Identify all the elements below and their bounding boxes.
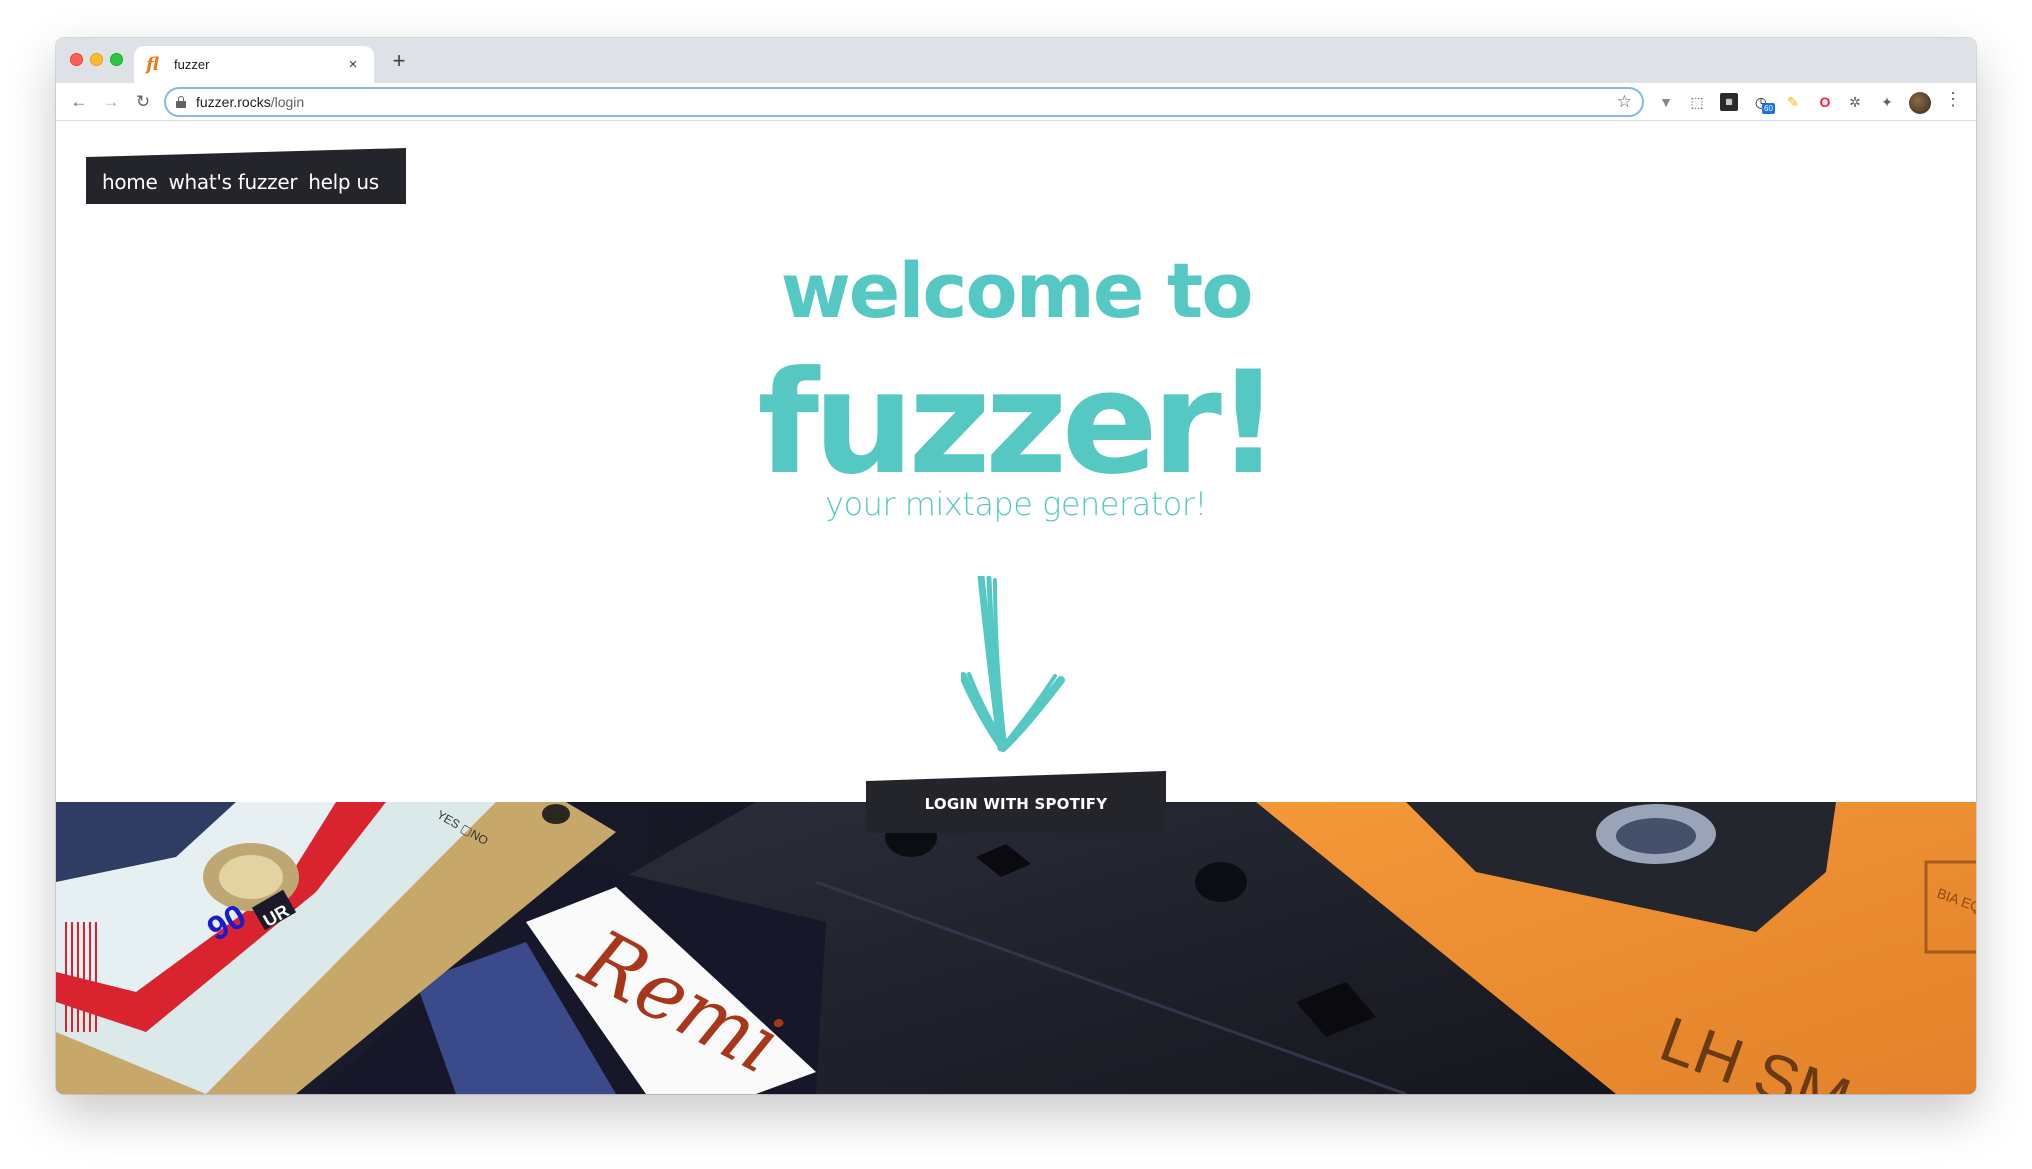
browser-menu-icon[interactable]: ⋮ bbox=[1944, 89, 1962, 110]
login-with-spotify-button[interactable]: LOGIN WITH SPOTIFY bbox=[866, 771, 1166, 833]
back-button[interactable]: ← bbox=[66, 89, 92, 115]
nav-link-home[interactable]: home bbox=[102, 170, 158, 194]
toolkit-extension-icon[interactable]: ⬚ bbox=[1688, 93, 1706, 111]
minimize-window-button[interactable] bbox=[90, 53, 103, 66]
down-arrow-icon bbox=[961, 576, 1065, 752]
tab-fuzzer[interactable]: fl fuzzer × bbox=[134, 46, 374, 83]
close-window-button[interactable] bbox=[70, 53, 83, 66]
clock-extension-badge: 60 bbox=[1762, 103, 1775, 114]
url-host: fuzzer.rocks bbox=[196, 94, 271, 110]
site-nav: home what's fuzzer help us bbox=[86, 148, 406, 204]
brand-heading: fuzzer! bbox=[757, 341, 1280, 506]
url-path: /login bbox=[270, 94, 305, 110]
reload-button[interactable]: ↻ bbox=[130, 89, 156, 115]
tab-close-icon[interactable]: × bbox=[344, 56, 362, 73]
fuzzer-favicon-icon: fl bbox=[146, 54, 160, 75]
address-bar[interactable]: fuzzer.rocks /login ☆ bbox=[164, 87, 1644, 117]
dark-extension-icon[interactable]: ▦ bbox=[1720, 93, 1738, 111]
tab-title: fuzzer bbox=[174, 57, 210, 72]
new-tab-button[interactable]: + bbox=[386, 48, 412, 74]
nav-link-whats-fuzzer[interactable]: what's fuzzer bbox=[169, 170, 298, 194]
note-extension-icon[interactable]: ✎ bbox=[1784, 93, 1802, 111]
welcome-heading: welcome to bbox=[780, 246, 1254, 335]
lock-icon[interactable] bbox=[176, 96, 186, 108]
page-content: home what's fuzzer help us welcome to fu… bbox=[56, 121, 1976, 1094]
browser-toolbar: ← → ↻ fuzzer.rocks /login ☆ ▼ ⬚ ▦ ◷ 60 ✎… bbox=[56, 83, 1976, 121]
extensions-puzzle-icon[interactable]: ✦ bbox=[1878, 93, 1896, 111]
cassette-hero-image: LH SM BIA EQ Remi 90 UR YES ▢NO bbox=[56, 802, 1976, 1094]
nav-link-help-us[interactable]: help us bbox=[308, 170, 379, 194]
tagline: your mixtape generator! bbox=[825, 485, 1207, 523]
browser-window: fl fuzzer × + ← → ↻ fuzzer.rocks /login … bbox=[56, 38, 1976, 1094]
tab-strip: fl fuzzer × + bbox=[56, 38, 1976, 83]
maximize-window-button[interactable] bbox=[110, 53, 123, 66]
bug-extension-icon[interactable]: ✲ bbox=[1846, 93, 1864, 111]
cassette-photo: LH SM BIA EQ Remi 90 UR YES ▢NO bbox=[56, 802, 1976, 1094]
opera-extension-icon[interactable]: O bbox=[1816, 93, 1834, 111]
bookmark-star-icon[interactable]: ☆ bbox=[1617, 92, 1632, 112]
forward-button[interactable]: → bbox=[98, 89, 124, 115]
vee-extension-icon[interactable]: ▼ bbox=[1657, 93, 1675, 111]
profile-avatar[interactable] bbox=[1909, 92, 1931, 114]
